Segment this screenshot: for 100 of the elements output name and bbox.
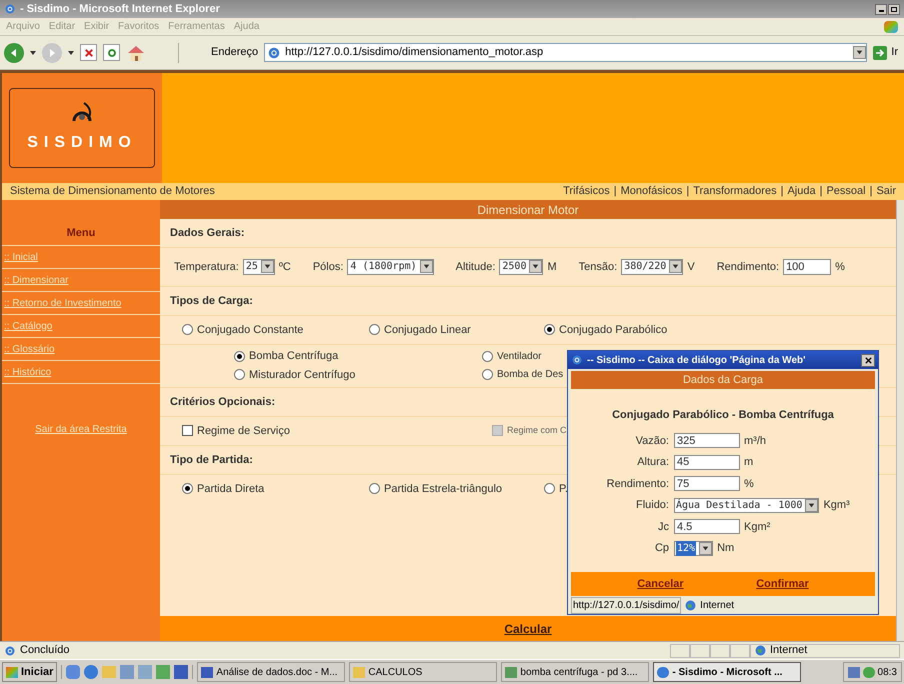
browser-icon (571, 354, 583, 366)
caret-icon[interactable] (68, 50, 74, 54)
selected-value: 12% (676, 540, 696, 556)
radio-label: Partida Estrela-triângulo (384, 482, 502, 496)
radio-button[interactable] (482, 369, 493, 380)
field-label: Vazão: (634, 434, 670, 448)
section-title: Critérios Opcionais: (170, 396, 276, 408)
dialog-subtitle: Conjugado Parabólico - Bomba Centrífuga (612, 408, 834, 423)
taskbar-button[interactable]: Análise de dados.doc - M... (197, 662, 346, 682)
status-text: Concluído (20, 643, 70, 658)
section-title: Tipo de Partida: (170, 454, 253, 466)
caret-icon[interactable] (30, 50, 36, 54)
radio-label: Conjugado Parabólico (559, 322, 668, 338)
status-url: http://127.0.0.1/sisdimo/ (571, 596, 682, 614)
link-separator: | (780, 184, 784, 200)
field-label: Tensão: (578, 260, 618, 274)
address-label: Endereço (211, 45, 258, 60)
nav-link[interactable]: Transformadores (693, 183, 777, 200)
zone-text: Internet (770, 643, 808, 658)
stop-icon[interactable] (80, 44, 97, 61)
status-pane (710, 644, 730, 658)
nav-link[interactable]: Monofásicos (620, 183, 682, 200)
radio-button[interactable] (369, 324, 380, 336)
section-title: Tipos de Carga: (170, 295, 253, 307)
section-title: Dados Gerais: (170, 227, 245, 239)
tray-icon (862, 666, 875, 678)
input-field[interactable]: 325 (674, 433, 740, 448)
status-pane (690, 644, 710, 658)
select-field[interactable]: 4 (1800rpm) (347, 258, 434, 275)
select-field[interactable]: 380/220 (621, 258, 684, 275)
address-field[interactable]: http://127.0.0.1/sisdimo/dimensionamento_motor.asp (264, 43, 868, 62)
input-field[interactable]: 4.5 (674, 519, 740, 534)
select-field[interactable]: 12% (674, 540, 714, 556)
field-label: Altura: (636, 455, 670, 470)
radio-button[interactable] (182, 483, 193, 494)
select-field[interactable]: 2500 (499, 258, 544, 275)
checkbox-label: Regime de Serviço (197, 424, 290, 438)
radio-label: Ventilador (497, 350, 542, 364)
radio-label: Conjugado Linear (384, 322, 471, 338)
calculate-link[interactable]: Calcular (504, 620, 552, 638)
radio-label: Bomba de Des (497, 368, 564, 382)
window-title: - Sisdimo - Microsoft Internet Explorer (20, 2, 220, 17)
checkbox-label: Regime com C (507, 424, 567, 437)
field-label: Cp (654, 541, 670, 556)
select-field[interactable]: 25 (242, 258, 275, 275)
zone-text: Internet (700, 598, 734, 612)
dialog-link[interactable]: Cancelar (637, 576, 684, 592)
taskbar-button[interactable]: CALCULOS (349, 662, 498, 682)
quick-launch-icon[interactable] (66, 665, 80, 679)
taskbar-button[interactable]: - Sisdimo - Microsoft ... (653, 662, 802, 682)
logo: SISDIMO (9, 88, 155, 168)
input-field[interactable]: 100 (783, 258, 832, 275)
radio-button[interactable] (234, 350, 245, 362)
input-field[interactable]: 45 (674, 454, 740, 470)
quick-launch-icon[interactable] (174, 665, 188, 679)
page-icon (267, 46, 282, 60)
minimize-icon[interactable] (875, 4, 887, 14)
globe-icon (685, 600, 696, 610)
field-label: Pólos: (312, 260, 344, 274)
windows-logo-icon (6, 666, 18, 678)
nav-link[interactable]: Pessoal (826, 183, 866, 200)
taskbar-button[interactable]: bomba centrífuga - pd 3.... (501, 662, 650, 682)
tray-icon (848, 666, 860, 678)
dialog-link[interactable]: Confirmar (756, 576, 809, 592)
field-label: Fluido: (634, 498, 670, 513)
radio-label: Conjugado Constante (197, 322, 304, 338)
checkbox[interactable] (182, 425, 193, 436)
radio-label: P. (559, 482, 568, 496)
image-icon (505, 666, 518, 678)
radio-button[interactable] (544, 324, 555, 336)
radio-button[interactable] (234, 369, 245, 380)
radio-button[interactable] (369, 483, 380, 494)
globe-icon (755, 645, 766, 656)
field-label: Rendimento: (716, 260, 780, 274)
go-button[interactable]: Ir (873, 44, 900, 61)
unit-label: V (687, 260, 695, 274)
close-icon[interactable] (861, 354, 875, 366)
radio-button[interactable] (544, 483, 555, 494)
unit-label: m (743, 455, 754, 470)
nav-link[interactable]: Trifásicos (563, 183, 610, 200)
radio-label: Bomba Centrífuga (249, 349, 338, 364)
field-label: Rendimento: (606, 476, 670, 492)
start-button[interactable]: Iniciar (2, 662, 58, 682)
radio-button[interactable] (182, 324, 193, 336)
url-text: http://127.0.0.1/sisdimo/dimensionamento_motor.asp (285, 45, 544, 60)
nav-link[interactable]: Ajuda (787, 183, 816, 200)
input-field[interactable]: 75 (674, 476, 740, 492)
field-label: Altitude: (456, 260, 496, 274)
unit-label: Kgm³ (822, 498, 850, 513)
link-separator: | (614, 184, 617, 200)
field-label: Jc (657, 520, 670, 534)
back-icon[interactable] (4, 42, 24, 62)
radio-button[interactable] (482, 350, 493, 362)
quick-launch-icon[interactable] (84, 665, 98, 679)
dialog-title: -- Sisdimo -- Caixa de diálogo 'Página da Web' (587, 354, 806, 368)
unit-label: % (743, 476, 754, 492)
nav-link[interactable]: Sair (876, 183, 896, 200)
link-separator: | (820, 184, 822, 200)
restore-icon[interactable] (888, 4, 900, 14)
scrollbar[interactable] (896, 200, 904, 641)
